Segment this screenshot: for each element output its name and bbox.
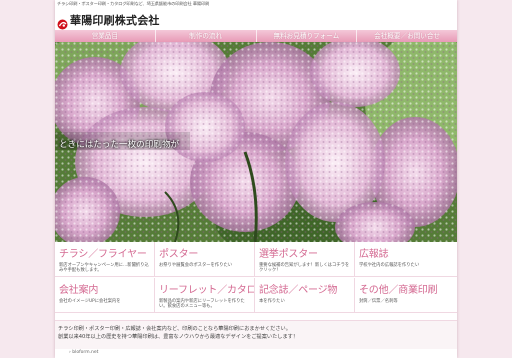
product-commemorative[interactable]: 記念誌／ページ物 本を作りたい <box>255 278 355 313</box>
company-name: 華陽印刷株式会社 <box>70 14 160 27</box>
product-title: リーフレット／カタログ <box>159 285 254 296</box>
product-desc: 新製品の案内や新店にリーフレットを作りたい。飲食店のメニュー等も。 <box>159 299 245 310</box>
product-desc: 封筒／伝票／名刺等 <box>359 299 398 304</box>
company-logo[interactable]: 華陽印刷株式会社 <box>57 11 160 29</box>
product-flyer[interactable]: チラシ／フライヤー 新店オープンやキャンペーン用に…新聞折り込みや手配も致します… <box>55 242 155 277</box>
product-desc: 本を作りたい <box>259 299 285 304</box>
product-desc: 会社のイメージUPに会社案内を <box>59 299 121 304</box>
product-title: 記念誌／ページ物 <box>259 285 338 296</box>
footer-link[interactable]: › bloform.net <box>69 350 98 355</box>
hero-image: ときにはたった一枚の印刷物が <box>55 42 457 242</box>
product-company-profile[interactable]: 会社案内 会社のイメージUPに会社案内を <box>55 278 155 313</box>
product-desc: 学校や社内の広報誌を作りたい <box>359 263 420 268</box>
product-desc: 重要な候補の告知がします！新しくはコチラをクリック！ <box>259 263 350 274</box>
product-poster[interactable]: ポスター お祭りや展覧会のポスターを作りたい <box>155 242 255 277</box>
intro-line: チラシ印刷・ポスター印刷・広報誌・会社案内など、印刷のことなら華陽印刷におまかせ… <box>58 326 291 332</box>
nav-item-flow[interactable]: 制作の流れ <box>156 30 257 42</box>
hero-catch-copy: ときにはたった一枚の印刷物が <box>59 140 180 150</box>
product-grid: チラシ／フライヤー 新店オープンやキャンペーン用に…新聞折り込みや手配も致します… <box>55 242 457 314</box>
intro-text: チラシ印刷・ポスター印刷・広報誌・会社案内など、印刷のことなら華陽印刷におまかせ… <box>55 320 457 349</box>
product-title: チラシ／フライヤー <box>59 249 147 260</box>
intro-line: 創業以来40年以上の歴史を持つ華陽印刷は、豊富なノウハウから最適なデザインをご提… <box>58 334 299 340</box>
product-title: 会社案内 <box>59 285 99 296</box>
logo-mark-icon <box>57 15 68 29</box>
product-election-poster[interactable]: 選挙ポスター 重要な候補の告知がします！新しくはコチラをクリック！ <box>255 242 355 277</box>
nav-item-estimate[interactable]: 無料お見積りフォーム <box>257 30 358 42</box>
product-title: 選挙ポスター <box>259 249 318 260</box>
product-newsletter[interactable]: 広報誌 学校や社内の広報誌を作りたい <box>355 242 457 277</box>
nav-item-company[interactable]: 会社概要／お問い合せ <box>357 30 457 42</box>
product-title: その他／商業印刷 <box>359 285 438 296</box>
site-tagline: チラシ印刷・ポスター印刷・カタログ印刷など、埼玉県飯能市の印刷会社 華陽印刷 <box>57 1 210 6</box>
product-leaflet[interactable]: リーフレット／カタログ 新製品の案内や新店にリーフレットを作りたい。飲食店のメニ… <box>155 278 255 313</box>
product-title: ポスター <box>159 249 199 260</box>
product-other[interactable]: その他／商業印刷 封筒／伝票／名刺等 <box>355 278 457 313</box>
product-desc: お祭りや展覧会のポスターを作りたい <box>159 263 233 268</box>
global-nav: 営業品目 制作の流れ 無料お見積りフォーム 会社概要／お問い合せ <box>55 30 457 42</box>
product-desc: 新店オープンやキャンペーン用に…新聞折り込みや手配も致します。 <box>59 263 149 274</box>
page: チラシ印刷・ポスター印刷・カタログ印刷など、埼玉県飯能市の印刷会社 華陽印刷 華… <box>55 0 457 358</box>
nav-item-products[interactable]: 営業品目 <box>55 30 156 42</box>
product-title: 広報誌 <box>359 249 389 260</box>
